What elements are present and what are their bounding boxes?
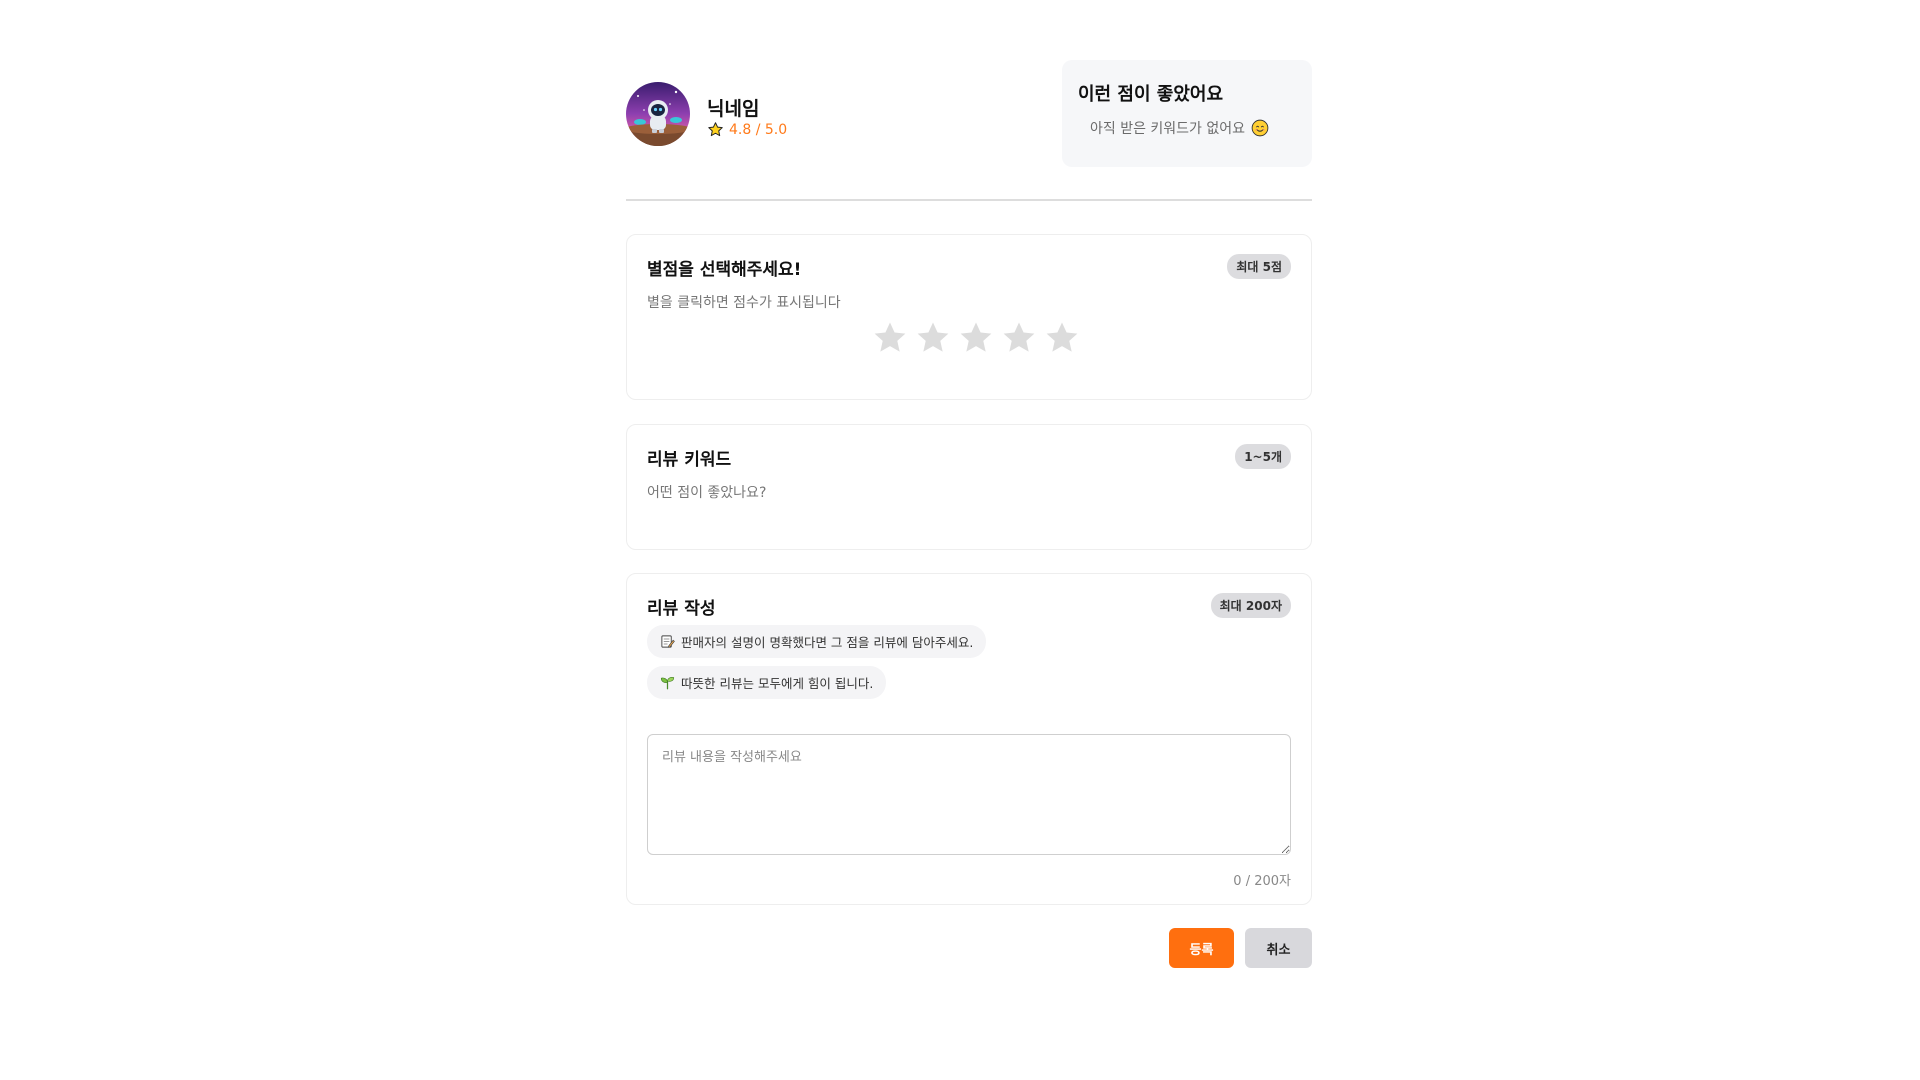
- good-points-title: 이런 점이 좋았어요: [1078, 84, 1224, 105]
- rating-badge: 최대 5점: [1227, 254, 1291, 279]
- good-points-empty-text: 아직 받은 키워드가 없어요: [1090, 121, 1246, 137]
- keyword-card: 리뷰 키워드 어떤 점이 좋았나요? 1~5개: [626, 424, 1312, 550]
- astronaut-avatar-icon: [626, 82, 690, 146]
- review-card: 리뷰 작성 최대 200자 판매자의 설명이 명확했다면 그 점을 리뷰에 담아…: [626, 573, 1312, 905]
- avatar: [626, 82, 690, 146]
- good-points-empty: 아직 받은 키워드가 없어요: [1078, 118, 1296, 138]
- seedling-emoji-icon: [660, 677, 675, 690]
- star-icon: [917, 322, 949, 352]
- review-tip: 따뜻한 리뷰는 모두에게 힘이 됩니다.: [647, 666, 887, 699]
- cancel-button[interactable]: 취소: [1245, 928, 1312, 968]
- profile-rating: 4.8 / 5.0: [707, 121, 787, 138]
- star-icon: [1046, 322, 1078, 352]
- rating-title: 별점을 선택해주세요!: [647, 260, 802, 280]
- star-button-5[interactable]: [1043, 319, 1081, 357]
- star-button-3[interactable]: [957, 319, 995, 357]
- star-button-4[interactable]: [1000, 319, 1038, 357]
- review-title: 리뷰 작성: [647, 599, 716, 619]
- profile-nickname: 닉네임: [707, 98, 760, 120]
- smile-emoji-icon: [1251, 119, 1269, 137]
- profile-header: 닉네임 4.8 / 5.0 이런 점이 좋았어요 아직 받은 키워드가 없어요: [626, 60, 1312, 201]
- form-actions: 등록 취소: [626, 928, 1312, 968]
- star-icon: [874, 322, 906, 352]
- review-page: 닉네임 4.8 / 5.0 이런 점이 좋았어요 아직 받은 키워드가 없어요: [626, 60, 1312, 968]
- review-badge: 최대 200자: [1210, 593, 1291, 618]
- star-rating: [871, 319, 1081, 357]
- memo-emoji-icon: [661, 635, 675, 648]
- star-icon: [708, 122, 723, 137]
- good-points-panel: 이런 점이 좋았어요 아직 받은 키워드가 없어요: [1062, 60, 1312, 167]
- rating-subtitle: 별을 클릭하면 점수가 표시됩니다: [647, 295, 841, 311]
- star-icon: [960, 322, 992, 352]
- rating-card: 별점을 선택해주세요! 별을 클릭하면 점수가 표시됩니다 최대 5점: [626, 234, 1312, 400]
- keyword-title: 리뷰 키워드: [647, 450, 732, 470]
- review-textarea[interactable]: [647, 734, 1291, 855]
- star-button-1[interactable]: [871, 319, 909, 357]
- header-divider: [626, 199, 1312, 201]
- char-count: 0 / 200자: [1233, 874, 1291, 889]
- review-tip-text: 따뜻한 리뷰는 모두에게 힘이 됩니다.: [681, 676, 874, 691]
- keyword-badge: 1~5개: [1235, 444, 1291, 469]
- submit-button[interactable]: 등록: [1169, 928, 1234, 968]
- review-tip: 판매자의 설명이 명확했다면 그 점을 리뷰에 담아주세요.: [647, 625, 987, 658]
- rating-value: 4.8 / 5.0: [729, 121, 788, 138]
- keyword-subtitle: 어떤 점이 좋았나요?: [647, 485, 767, 501]
- star-button-2[interactable]: [914, 319, 952, 357]
- star-icon: [1003, 322, 1035, 352]
- review-tip-text: 판매자의 설명이 명확했다면 그 점을 리뷰에 담아주세요.: [681, 635, 974, 650]
